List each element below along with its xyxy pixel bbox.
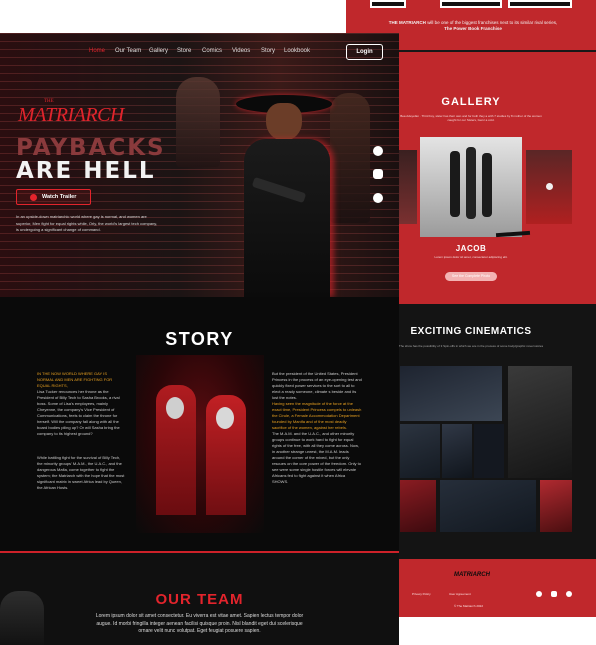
mask-right: [216, 407, 234, 429]
gallery-image-main[interactable]: [420, 137, 522, 237]
play-icon: [30, 194, 37, 201]
footer-agreement-link[interactable]: User Agreement: [449, 592, 471, 596]
see-complete-photo-button[interactable]: See the Complete Photo: [445, 272, 497, 281]
story-image[interactable]: [136, 355, 264, 533]
hero-section: Home Our Team Gallery Store Comics Video…: [0, 33, 399, 297]
thumbnail-image[interactable]: [508, 0, 572, 8]
headline-line-2: ARE HELL: [16, 158, 156, 184]
nav-gallery[interactable]: Gallery: [149, 48, 168, 54]
nav-our-team[interactable]: Our Team: [115, 48, 141, 54]
cinematics-subtitle: The show has the possibility of 3 Spin-o…: [398, 344, 544, 348]
hero-description: In an upside-down matriarchic world wher…: [16, 214, 158, 232]
nav-comics[interactable]: Comics: [202, 48, 222, 54]
cinematic-image[interactable]: [440, 480, 536, 532]
nav-videos[interactable]: Videos: [232, 48, 250, 54]
hero-logo: MATRIARCH: [18, 104, 124, 126]
gallery-next-button[interactable]: [546, 183, 553, 190]
hero-character-head: [266, 103, 302, 141]
cinematic-image[interactable]: [442, 424, 472, 478]
cinematic-image[interactable]: [508, 366, 572, 478]
team-section: OUR TEAM Lorem ipsum dolor sit amet cons…: [0, 553, 399, 645]
figure: [482, 153, 492, 217]
linkedin-icon[interactable]: [566, 591, 572, 597]
nav-store[interactable]: Store: [177, 48, 191, 54]
cinematic-image[interactable]: [474, 424, 504, 478]
story-left-highlight: IN THE NOW WORLD WHERE GAY IS NORMAL AND…: [37, 371, 113, 388]
footer-logo[interactable]: MATRIARCH: [450, 572, 494, 578]
facebook-icon[interactable]: [536, 591, 542, 597]
watch-trailer-label: Watch Trailer: [42, 194, 77, 200]
team-description: Lorem ipsum dolor sit amet consectetur. …: [95, 613, 304, 634]
footer-copyright: © The Matriarch 2022: [454, 604, 484, 608]
top-navigation: Home Our Team Gallery Store Comics Video…: [0, 33, 399, 69]
story-left-text-2: While battling fight for the survival of…: [37, 455, 125, 490]
intro-body: will be one of the biggest franchises ne…: [427, 20, 558, 25]
watch-trailer-button[interactable]: Watch Trailer: [16, 189, 91, 205]
story-title: STORY: [165, 329, 234, 349]
cinematic-image[interactable]: [540, 480, 572, 532]
story-left-text: Lisa Tucker renounces her throne as the …: [37, 389, 120, 436]
cinematic-image[interactable]: [400, 366, 502, 421]
story-right-text-1: But the president of the United States, …: [272, 371, 362, 400]
team-title: OUR TEAM: [155, 591, 244, 608]
nav-story[interactable]: Story: [261, 48, 275, 54]
figure: [466, 147, 476, 219]
story-section: STORY IN THE NOW WORLD WHERE GAY IS NORM…: [0, 297, 399, 553]
thumbnail-image[interactable]: [370, 0, 406, 8]
linkedin-icon[interactable]: [373, 193, 383, 203]
cinematic-image[interactable]: [400, 424, 440, 478]
intro-link[interactable]: The Power Book Franchise: [444, 26, 502, 31]
gallery-subtitle: Bea Adeyefan · Third boy, sister has the…: [400, 114, 542, 122]
story-right-text-2: The M.A.M. and the U.A.C., and other min…: [272, 431, 361, 484]
story-right-highlight: Having seen the magnitude of the force a…: [272, 401, 362, 430]
mask-left: [166, 397, 184, 419]
background-figure: [330, 93, 370, 223]
figure: [450, 151, 460, 217]
nav-lookbook[interactable]: Lookbook: [284, 48, 310, 54]
instagram-icon[interactable]: [551, 591, 557, 597]
intro-brand: THE MATRIARCH: [388, 20, 426, 25]
hero-character-body: [244, 139, 330, 297]
instagram-icon[interactable]: [373, 169, 383, 179]
thumbnail-image[interactable]: [440, 0, 502, 8]
login-button[interactable]: Login: [346, 44, 383, 60]
intro-text: THE MATRIARCH will be one of the biggest…: [388, 20, 558, 32]
cinematic-image[interactable]: [400, 480, 436, 532]
gallery-image-left[interactable]: [399, 150, 417, 224]
background-figure: [176, 77, 220, 167]
page-mockup-main: Home Our Team Gallery Store Comics Video…: [0, 33, 399, 645]
character-description: Lorem ipsum dolor sit amet, consectetur …: [434, 255, 508, 259]
facebook-icon[interactable]: [373, 146, 383, 156]
nav-home[interactable]: Home: [89, 48, 105, 54]
footer-privacy-link[interactable]: Privacy Policy: [412, 592, 431, 596]
